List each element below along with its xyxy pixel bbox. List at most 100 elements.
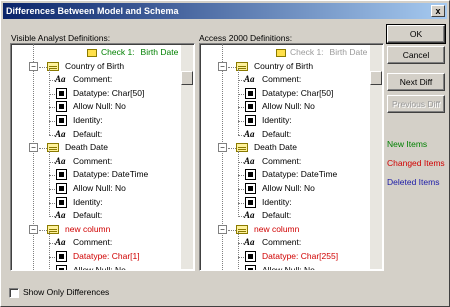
- property-row[interactable]: Datatype: DateTime: [55, 168, 148, 181]
- property-row[interactable]: Identity:: [55, 196, 103, 209]
- right-definition-tree[interactable]: Check 1: Birth Date − Country of Birth Aa Com…: [199, 43, 384, 271]
- property-text: Comment:: [73, 74, 113, 85]
- property-row[interactable]: Aa Comment:: [244, 73, 301, 86]
- property-icon: [56, 87, 67, 99]
- property-row[interactable]: Aa Default:: [55, 209, 102, 222]
- check-constraint-row[interactable]: Check 1: Birth Date: [276, 46, 367, 59]
- property-row[interactable]: Allow Null: No: [55, 100, 126, 113]
- left-scroll-thumb[interactable]: [181, 71, 193, 85]
- collapse-toggle-icon[interactable]: −: [218, 224, 227, 234]
- show-only-differences-checkbox[interactable]: [9, 288, 19, 298]
- property-text: Datatype: DateTime: [262, 169, 338, 180]
- collapse-toggle-icon[interactable]: −: [218, 143, 227, 153]
- left-vertical-scrollbar[interactable]: [181, 45, 193, 269]
- check-constraint-label: Check 1:: [101, 47, 135, 57]
- property-row[interactable]: Aa Default:: [244, 209, 291, 222]
- property-icon: [245, 196, 256, 208]
- collapse-toggle-icon[interactable]: −: [218, 61, 227, 71]
- property-row[interactable]: Aa Comment:: [55, 155, 112, 168]
- title-bar: Differences Between Model and Schema x: [3, 3, 447, 19]
- check-constraint-name: Birth Date: [140, 47, 179, 57]
- property-icon: [56, 251, 67, 262]
- property-text: Comment:: [262, 74, 302, 85]
- check-constraint-icon: [276, 49, 286, 57]
- text-property-icon: Aa: [244, 155, 255, 166]
- text-property-icon: Aa: [244, 74, 255, 85]
- previous-diff-button[interactable]: Previous Diff: [387, 95, 445, 113]
- property-text: Allow Null: No: [262, 264, 315, 271]
- tree-branch-line: [39, 148, 47, 150]
- tree-trunk-line: [222, 44, 223, 270]
- tree-branch-line: [228, 148, 236, 150]
- property-row[interactable]: Identity:: [244, 196, 292, 209]
- property-row[interactable]: Identity:: [55, 114, 103, 127]
- dialog-window: Differences Between Model and Schema x V…: [0, 0, 450, 307]
- text-property-icon: Aa: [55, 155, 66, 166]
- tree-branch-line: [228, 66, 236, 68]
- property-text: Comment:: [262, 237, 302, 248]
- property-text: Identity:: [73, 196, 103, 207]
- property-row[interactable]: Allow Null: No: [55, 264, 126, 270]
- text-property-icon: Aa: [55, 210, 66, 221]
- property-text: Datatype: Char[50]: [73, 87, 145, 98]
- property-row[interactable]: Datatype: Char[1]: [55, 250, 140, 263]
- property-icon: [56, 196, 67, 208]
- property-icon: [56, 264, 67, 270]
- property-row[interactable]: Allow Null: No: [244, 264, 315, 271]
- property-text: Datatype: Char[255]: [262, 251, 339, 261]
- property-row[interactable]: Identity:: [244, 114, 292, 127]
- property-icon: [245, 101, 256, 113]
- property-text: Comment:: [73, 237, 113, 248]
- property-row[interactable]: Allow Null: No: [244, 182, 315, 195]
- left-definition-tree[interactable]: Check 1: Birth Date − Country of Birth Aa Com…: [10, 43, 195, 271]
- property-text: Datatype: Char[50]: [262, 87, 334, 98]
- property-icon: [56, 169, 67, 181]
- property-row[interactable]: Aa Comment:: [244, 236, 301, 249]
- property-row[interactable]: Aa Default:: [55, 128, 102, 141]
- property-icon: [245, 115, 256, 126]
- property-row[interactable]: Aa Comment:: [55, 236, 112, 249]
- check-constraint-row[interactable]: Check 1: Birth Date: [87, 46, 178, 59]
- property-text: Identity:: [73, 115, 103, 125]
- property-row[interactable]: Datatype: Char[50]: [244, 87, 333, 100]
- right-scroll-thumb[interactable]: [370, 71, 382, 85]
- property-row[interactable]: Datatype: DateTime: [244, 168, 337, 181]
- property-icon: [245, 87, 256, 99]
- legend-deleted-items: Deleted Items: [387, 177, 440, 187]
- collapse-toggle-icon[interactable]: −: [29, 143, 38, 153]
- tree-branch-line: [228, 229, 236, 231]
- right-vertical-scrollbar[interactable]: [370, 45, 382, 269]
- column-name: new column: [65, 223, 111, 234]
- property-row[interactable]: Allow Null: No: [55, 182, 126, 195]
- text-property-icon: Aa: [244, 210, 255, 221]
- property-row[interactable]: Datatype: Char[255]: [244, 250, 338, 263]
- property-icon: [245, 264, 256, 270]
- property-row[interactable]: Aa Default:: [244, 128, 291, 141]
- property-text: Allow Null: No: [73, 183, 126, 193]
- property-row[interactable]: Datatype: Char[50]: [55, 87, 144, 100]
- tree-trunk-line: [33, 44, 34, 270]
- text-property-icon: Aa: [55, 128, 66, 139]
- check-constraint-icon: [87, 49, 97, 57]
- close-button[interactable]: x: [431, 5, 445, 17]
- property-row[interactable]: Allow Null: No: [244, 100, 315, 113]
- text-property-icon: Aa: [55, 237, 66, 248]
- tree-branch-line: [39, 66, 47, 68]
- property-icon: [56, 115, 67, 126]
- property-row[interactable]: Aa Comment:: [55, 73, 112, 86]
- collapse-toggle-icon[interactable]: −: [29, 61, 38, 71]
- property-text: Identity:: [262, 196, 292, 207]
- property-text: Allow Null: No: [262, 101, 315, 112]
- next-diff-button[interactable]: Next Diff: [387, 73, 445, 91]
- property-text: Identity:: [262, 115, 292, 125]
- window-title: Differences Between Model and Schema: [6, 6, 179, 16]
- property-icon: [245, 169, 256, 181]
- collapse-toggle-icon[interactable]: −: [29, 224, 38, 234]
- tree-subtrunk-line: [238, 232, 239, 270]
- ok-button[interactable]: OK: [386, 24, 446, 44]
- property-icon: [245, 251, 256, 262]
- cancel-button[interactable]: Cancel: [387, 46, 445, 64]
- property-row[interactable]: Aa Comment:: [244, 155, 301, 168]
- property-text: Datatype: DateTime: [73, 169, 149, 180]
- property-text: Allow Null: No: [262, 183, 315, 193]
